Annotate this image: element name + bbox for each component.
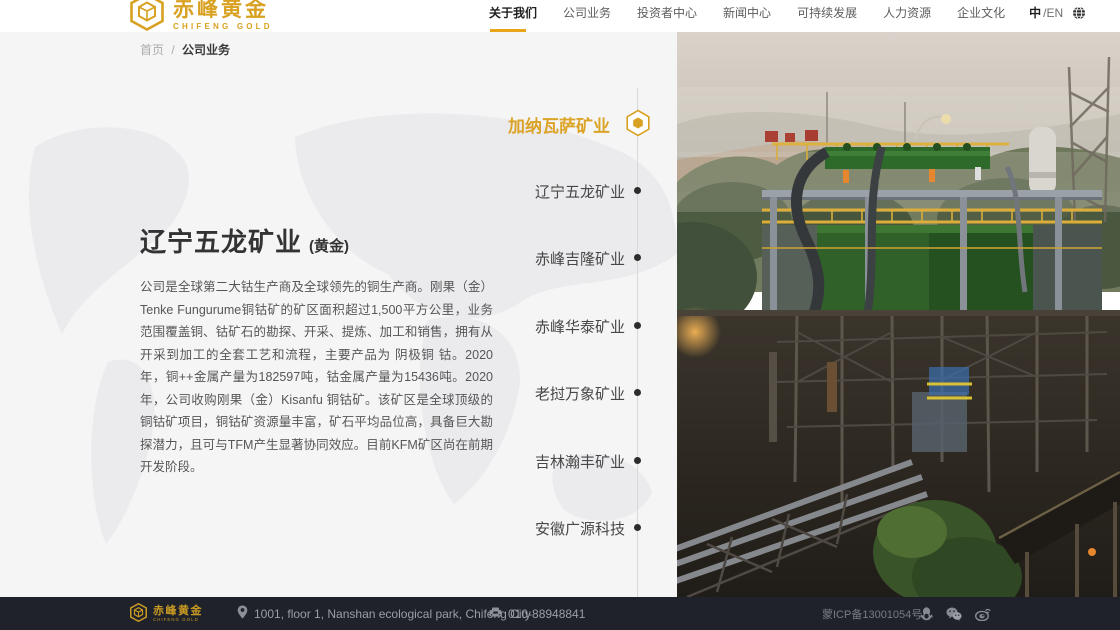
nav-item-about[interactable]: 关于我们 xyxy=(489,4,537,21)
timeline-item-chifeng-jilong[interactable]: 赤峰吉隆矿业 xyxy=(535,248,625,269)
mine-plant-photo xyxy=(677,32,1120,597)
timeline-item-laos-vientiane[interactable]: 老挝万象矿业 xyxy=(535,383,625,404)
nav-item-business[interactable]: 公司业务 xyxy=(563,4,611,21)
nav-item-investor[interactable]: 投资者中心 xyxy=(637,4,697,21)
footer-phone: 010-88948841 xyxy=(489,597,585,630)
timeline-dot[interactable] xyxy=(634,524,641,531)
content-panel: 首页 / 公司业务 辽宁五龙矿业(黄金) 公司是全球第二大钴生产商及全球领先的铜… xyxy=(0,32,677,597)
logo-subtitle: CHIFENG GOLD xyxy=(173,23,273,31)
wechat-icon[interactable] xyxy=(946,607,962,621)
language-switch[interactable]: 中 /EN xyxy=(1029,4,1086,21)
chifeng-gold-logo[interactable]: 赤峰黄金 CHIFENG GOLD xyxy=(130,0,273,36)
timeline-line xyxy=(637,88,638,597)
logo-title: 赤峰黄金 xyxy=(173,0,273,20)
globe-icon[interactable] xyxy=(1072,6,1086,20)
timeline-item-ghana-wassa[interactable]: 加纳瓦萨矿业 xyxy=(508,112,610,137)
footer-phone-text: 010-88948841 xyxy=(508,607,585,621)
footer-address: 1001, floor 1, Nanshan ecological park, … xyxy=(237,597,531,630)
site-header: 赤峰黄金 CHIFENG GOLD 关于我们 公司业务 投资者中心 新闻中心 可… xyxy=(0,0,1120,32)
timeline-item-jilin-hanfeng[interactable]: 吉林瀚丰矿业 xyxy=(535,451,625,472)
lang-zh-label[interactable]: 中 xyxy=(1029,4,1041,21)
site-footer: 赤峰黄金 CHIFENG GOLD 1001, floor 1, Nanshan… xyxy=(0,597,1120,630)
qq-icon[interactable] xyxy=(920,606,933,621)
mine-timeline-nav: 加纳瓦萨矿业 辽宁五龙矿业 赤峰吉隆矿业 赤峰华泰矿业 老挝万象矿业 吉林瀚丰矿… xyxy=(0,32,677,597)
nav-item-hr[interactable]: 人力资源 xyxy=(883,4,931,21)
timeline-dot[interactable] xyxy=(634,187,641,194)
footer-logo: 赤峰黄金 CHIFENG GOLD xyxy=(130,603,217,627)
footer-logo-hexagon-icon xyxy=(130,603,147,627)
timeline-dot[interactable] xyxy=(634,322,641,329)
nav-item-news[interactable]: 新闻中心 xyxy=(723,4,771,21)
footer-icp: 蒙ICP备13001054号 xyxy=(822,597,922,630)
nav-item-sustainability[interactable]: 可持续发展 xyxy=(797,4,857,21)
timeline-dot[interactable] xyxy=(634,254,641,261)
timeline-item-liaoning-wulong[interactable]: 辽宁五龙矿业 xyxy=(535,181,625,202)
nav-item-culture[interactable]: 企业文化 xyxy=(957,4,1005,21)
phone-icon xyxy=(489,607,502,621)
footer-social-links xyxy=(920,597,991,630)
footer-logo-subtitle: CHIFENG GOLD xyxy=(153,618,199,622)
main-nav: 关于我们 公司业务 投资者中心 新闻中心 可持续发展 人力资源 企业文化 中 /… xyxy=(489,4,1086,21)
timeline-dot[interactable] xyxy=(634,389,641,396)
footer-logo-title: 赤峰黄金 xyxy=(153,606,217,617)
weibo-icon[interactable] xyxy=(975,607,991,621)
logo-hexagon-icon xyxy=(130,0,164,36)
lang-en-label[interactable]: /EN xyxy=(1043,6,1063,20)
timeline-dot[interactable] xyxy=(634,457,641,464)
timeline-active-hexagon-icon[interactable] xyxy=(623,108,653,138)
location-pin-icon xyxy=(237,605,248,622)
timeline-item-anhui-guangyuan[interactable]: 安徽广源科技 xyxy=(535,518,625,539)
timeline-item-chifeng-huatai[interactable]: 赤峰华泰矿业 xyxy=(535,316,625,337)
